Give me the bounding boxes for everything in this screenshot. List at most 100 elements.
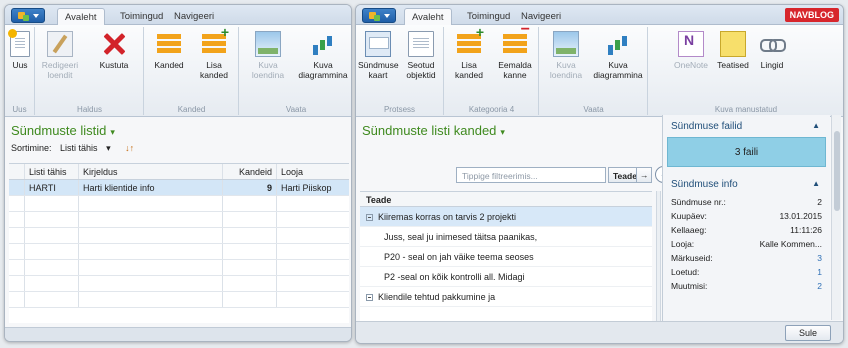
table-row-empty bbox=[9, 292, 349, 308]
tree-item-text: Juss, seal ju inimesed täitsa paanikas, bbox=[384, 232, 538, 242]
chevron-up-icon: ▲ bbox=[812, 179, 820, 188]
tab-navigate[interactable]: Navigeeri bbox=[167, 8, 221, 25]
group-label-records: Kanded bbox=[177, 105, 206, 114]
files-count-tile[interactable]: 3 faili bbox=[667, 137, 826, 167]
table-row-empty bbox=[9, 228, 349, 244]
info-label: Märkuseid: bbox=[671, 253, 713, 263]
new-button[interactable]: Uus bbox=[8, 29, 32, 70]
related-objects-icon bbox=[408, 31, 434, 57]
table-cell: 9 bbox=[223, 180, 277, 195]
tab-actions[interactable]: Toimingud bbox=[113, 8, 170, 25]
chevron-down-icon: ▾ bbox=[106, 143, 111, 153]
column-header[interactable]: Kandeid bbox=[223, 164, 277, 179]
notes-button[interactable]: Teatised bbox=[713, 31, 753, 70]
group-records: Kanded Lisa kanded Kanded bbox=[145, 27, 239, 115]
add-record-button[interactable]: Lisa kanded bbox=[193, 27, 235, 80]
group-label-view: Vaata bbox=[583, 105, 604, 114]
notes-label: Teatised bbox=[717, 60, 749, 70]
show-as-chart-label: Kuva diagrammina bbox=[298, 60, 348, 80]
lists-window: Avaleht Toimingud Navigeeri Uus Uus Redi… bbox=[4, 4, 352, 342]
add-record-button[interactable]: Lisa kanded bbox=[449, 27, 489, 80]
show-as-chart-button[interactable]: Kuva diagrammina bbox=[296, 31, 350, 80]
table-cell: Harti klientide info bbox=[79, 180, 223, 195]
sort-dropdown[interactable]: Listi tähis ▾ bbox=[60, 143, 117, 154]
edit-list-button[interactable]: Redigeeri loendit bbox=[40, 31, 80, 80]
tree-header[interactable]: Teade bbox=[360, 192, 652, 207]
group-label-attachments: Kuva manustatud bbox=[714, 105, 778, 114]
ribbon-tab-bar: Avaleht Toimingud Navigeeri NAVBLOG bbox=[356, 5, 843, 26]
delete-button[interactable]: Kustuta bbox=[92, 31, 136, 70]
app-menu-button[interactable] bbox=[362, 8, 396, 23]
table-row-empty bbox=[9, 260, 349, 276]
info-value[interactable]: 1 bbox=[817, 267, 822, 277]
info-value[interactable]: 3 bbox=[817, 253, 822, 263]
collapse-icon[interactable] bbox=[366, 214, 373, 221]
app-menu-button[interactable] bbox=[11, 8, 45, 23]
tree-item-group[interactable]: Kliendile tehtud pakkumine ja bbox=[360, 287, 652, 307]
scrollbar-thumb[interactable] bbox=[834, 131, 840, 211]
show-as-list-button[interactable]: Kuva loendina bbox=[244, 31, 292, 80]
chart-icon bbox=[605, 31, 631, 57]
tab-home[interactable]: Avaleht bbox=[404, 8, 452, 26]
entries-tree: Teade Kiiremas korras on tarvis 2 projek… bbox=[360, 191, 652, 321]
column-header[interactable]: Listi tähis bbox=[25, 164, 79, 179]
related-objects-button[interactable]: Seotud objektid bbox=[400, 31, 442, 80]
info-value: Kalle Kommen... bbox=[759, 239, 822, 249]
page-title-text: Sündmuste listi kanded bbox=[362, 123, 497, 138]
show-as-chart-button[interactable]: Kuva diagrammina bbox=[590, 31, 646, 80]
close-button[interactable]: Sule bbox=[785, 325, 831, 341]
links-label: Lingid bbox=[760, 60, 784, 70]
tree-item[interactable]: P2 -seal on kõik kontrolli all. Midagi bbox=[360, 267, 652, 287]
records-icon bbox=[156, 31, 182, 57]
page-title[interactable]: Sündmuste listid ▾ bbox=[11, 123, 115, 138]
onenote-label: OneNote bbox=[673, 60, 709, 70]
row-selector[interactable] bbox=[9, 180, 25, 195]
sort-direction-icon[interactable]: ↓↑ bbox=[125, 143, 134, 153]
filter-input[interactable]: Tippige filtreerimis... bbox=[456, 167, 606, 183]
table-header: Listi tähis Kirjeldus Kandeid Looja bbox=[9, 164, 349, 180]
remove-record-label: Eemalda kanne bbox=[498, 60, 532, 80]
files-panel-header[interactable]: Sündmuse failid ▲ bbox=[663, 115, 830, 137]
remove-record-button[interactable]: Eemalda kanne bbox=[493, 25, 537, 80]
onenote-button[interactable]: OneNote bbox=[671, 31, 711, 70]
tab-home[interactable]: Avaleht bbox=[57, 8, 105, 26]
expand-icon[interactable] bbox=[366, 294, 373, 301]
info-label: Looja: bbox=[671, 239, 695, 249]
tree-item[interactable]: Juss, seal ju inimesed täitsa paanikas, bbox=[360, 227, 652, 247]
table-row[interactable]: HARTI Harti klientide info 9 Harti Piisk… bbox=[9, 180, 349, 196]
column-header[interactable]: Looja bbox=[277, 164, 349, 179]
page-title[interactable]: Sündmuste listi kanded ▾ bbox=[362, 123, 505, 138]
info-panel-header[interactable]: Sündmuse info ▲ bbox=[663, 173, 830, 195]
add-record-label: Lisa kanded bbox=[200, 60, 228, 80]
records-button[interactable]: Kanded bbox=[149, 31, 189, 70]
notes-icon bbox=[720, 31, 746, 57]
tree-item[interactable]: P20 - seal on jah väike teema seoses bbox=[360, 247, 652, 267]
related-objects-label: Seotud objektid bbox=[406, 60, 436, 80]
factbox-scrollbar[interactable] bbox=[831, 115, 841, 320]
tree-item-group[interactable]: Kiiremas korras on tarvis 2 projekti bbox=[360, 207, 652, 227]
apply-filter-button[interactable]: → bbox=[636, 167, 652, 183]
show-as-list-button[interactable]: Kuva loendina bbox=[544, 31, 588, 80]
info-rows: Sündmuse nr.: 2 Kuupäev: 13.01.2015 Kellaaeg… bbox=[663, 195, 830, 293]
info-row: Looja: Kalle Kommen... bbox=[663, 237, 830, 251]
info-label: Kellaaeg: bbox=[671, 225, 707, 235]
chart-icon bbox=[310, 31, 336, 57]
factbox-pane: Sündmuse failid ▲ 3 faili Sündmuse info ▲ … bbox=[662, 115, 830, 325]
chevron-down-icon: ▾ bbox=[110, 127, 115, 137]
info-value[interactable]: 2 bbox=[817, 281, 822, 291]
new-document-icon bbox=[8, 29, 30, 57]
pane-splitter[interactable] bbox=[656, 191, 661, 321]
edit-list-label: Redigeeri loendit bbox=[41, 60, 79, 80]
filter-field-value: Teade bbox=[613, 171, 637, 181]
column-header[interactable]: Kirjeldus bbox=[79, 164, 223, 179]
add-record-label: Lisa kanded bbox=[455, 60, 483, 80]
arrow-right-icon: → bbox=[640, 170, 649, 180]
tree-item-text: P2 -seal on kõik kontrolli all. Midagi bbox=[384, 272, 525, 282]
group-manage: Redigeeri loendit Kustuta Haldus bbox=[36, 27, 144, 115]
event-card-button[interactable]: Sündmuse kaart bbox=[358, 31, 399, 80]
page-title-text: Sündmuste listid bbox=[11, 123, 107, 138]
lists-table: Listi tähis Kirjeldus Kandeid Looja HART… bbox=[9, 163, 349, 323]
tab-actions[interactable]: Toimingud bbox=[460, 8, 517, 25]
links-button[interactable]: Lingid bbox=[755, 31, 789, 70]
group-label-manage: Haldus bbox=[77, 105, 102, 114]
